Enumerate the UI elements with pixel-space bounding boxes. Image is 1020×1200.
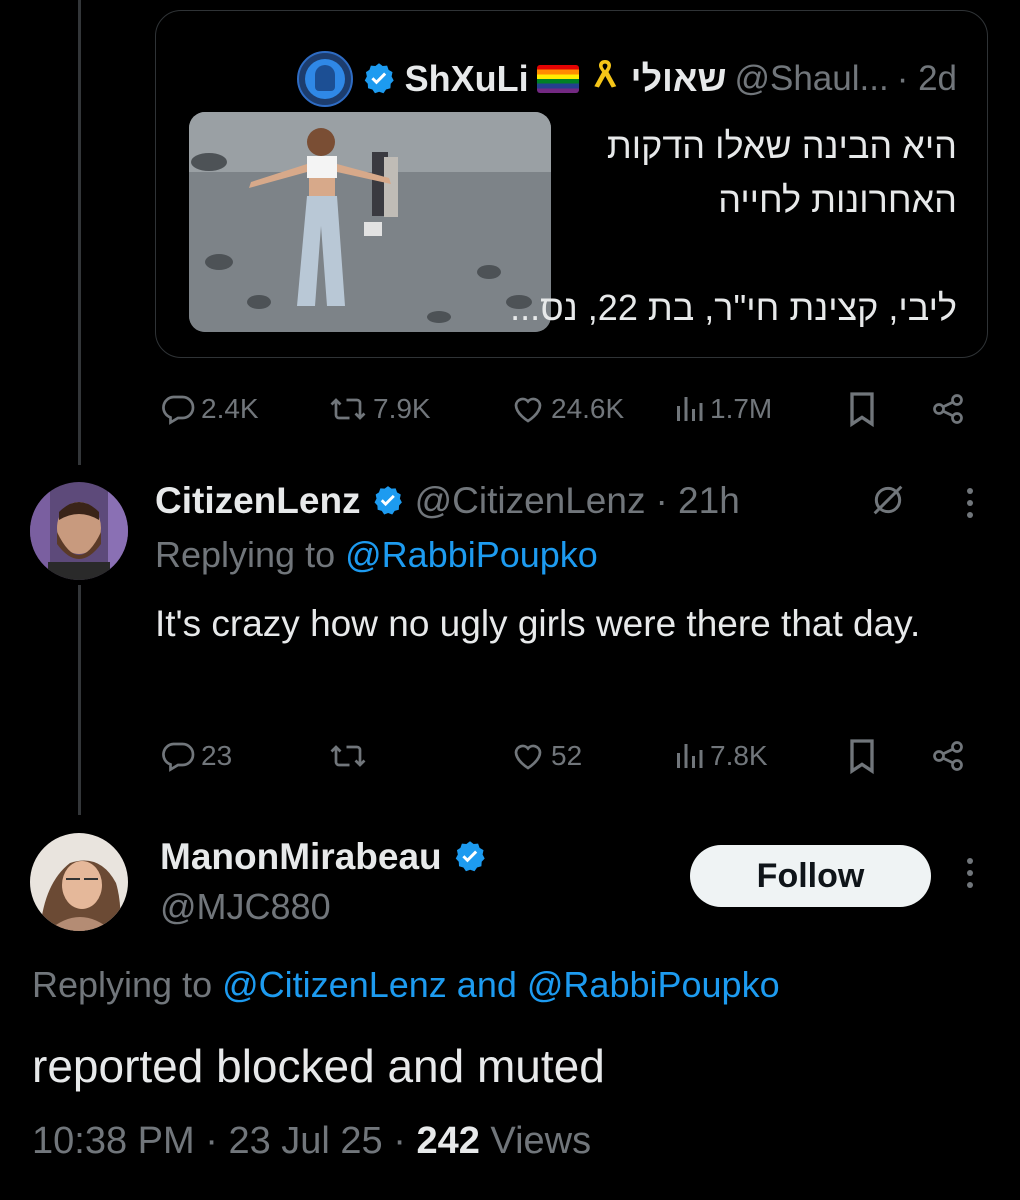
grok-icon[interactable] (868, 480, 908, 525)
reply-action[interactable]: 2.4K (160, 391, 259, 427)
quoted-text-line: האחרונות לחייה (718, 179, 957, 220)
verified-badge-icon (371, 484, 405, 518)
mention-link[interactable]: @RabbiPoupko (345, 534, 598, 575)
thread-line (78, 0, 81, 465)
quoted-avatar[interactable] (296, 51, 353, 107)
replying-to-label: Replying to (155, 534, 336, 575)
heart-icon (514, 744, 542, 770)
tweet-text: It's crazy how no ugly girls were there … (155, 603, 921, 644)
tweet-meta: 10:38 PM · 23 Jul 25 · 242 Views (32, 1120, 591, 1163)
reply-header: CitizenLenz @CitizenLenz · 21h (155, 476, 740, 526)
views-icon (677, 397, 703, 421)
verified-badge-icon (361, 61, 397, 97)
quoted-hebrew-name: שאולי (630, 58, 727, 99)
tweet-text: reported blocked and muted (32, 1040, 605, 1092)
share-icon (933, 741, 963, 771)
post-time[interactable]: 10:38 PM (32, 1120, 195, 1162)
views-label: Views (490, 1120, 592, 1162)
reply-tweet-actions: 23 52 7.8K (155, 736, 970, 776)
display-name[interactable]: ManonMirabeau (160, 836, 442, 878)
quoted-display-name[interactable]: ShXuLi (405, 58, 529, 100)
views-total: 242 (416, 1120, 480, 1162)
mention-link[interactable]: @CitizenLenz (222, 964, 447, 1005)
share-action[interactable] (930, 738, 966, 774)
bookmark-icon (850, 392, 874, 428)
views-count: 7.8K (710, 740, 768, 771)
bookmark-action[interactable] (845, 389, 879, 429)
quoted-tweet-header: ShXuLi שאולי @Shaul... · 2d (296, 51, 957, 107)
follow-button[interactable]: Follow (690, 845, 931, 907)
avatar[interactable] (30, 833, 128, 931)
replying-to-line: Replying to @CitizenLenz and @RabbiPoupk… (32, 964, 780, 1006)
main-header: ManonMirabeau (160, 832, 488, 882)
reply-action[interactable]: 23 (160, 738, 232, 774)
separator-dot: · (393, 1120, 406, 1162)
yellow-ribbon-icon (587, 57, 623, 102)
more-options-icon[interactable] (967, 488, 973, 518)
handle[interactable]: @MJC880 (160, 886, 331, 928)
more-options-icon[interactable] (967, 858, 973, 888)
like-action[interactable]: 52 (510, 738, 582, 774)
views-action[interactable]: 1.7M (673, 391, 772, 427)
reply-count: 2.4K (201, 393, 259, 424)
repost-icon (330, 398, 366, 420)
avatar[interactable] (30, 482, 128, 580)
and-label: and (456, 964, 517, 1005)
repost-icon (330, 745, 366, 767)
handle[interactable]: @CitizenLenz (415, 480, 646, 522)
reply-icon (162, 742, 195, 772)
reply-count: 23 (201, 740, 233, 771)
quoted-timestamp: · 2d (896, 59, 957, 98)
thread-line (78, 585, 81, 815)
like-count: 52 (551, 740, 583, 771)
replying-to-label: Replying to (32, 964, 213, 1005)
views-icon (677, 744, 703, 768)
like-count: 24.6K (551, 393, 625, 424)
quoted-tweet-text: היא הבינה שאלו הדקות האחרונות לחייה ליבי… (437, 119, 957, 335)
like-action[interactable]: 24.6K (510, 391, 624, 427)
heart-icon (514, 397, 542, 423)
bookmark-action[interactable] (845, 736, 879, 776)
views-action[interactable]: 7.8K (673, 738, 768, 774)
rainbow-flag-icon (536, 65, 579, 93)
mention-link[interactable]: @RabbiPoupko (527, 964, 780, 1005)
verified-badge-icon (452, 839, 488, 875)
quoted-tweet-actions: 2.4K 7.9K 24.6K 1.7M (155, 389, 970, 429)
post-date[interactable]: 23 Jul 25 (228, 1120, 382, 1162)
quoted-text-line: ליבי, קצינת חי"ר, בת 22, נס... (510, 287, 957, 328)
display-name[interactable]: CitizenLenz (155, 480, 361, 522)
quoted-text-line: היא הבינה שאלו הדקות (606, 125, 957, 166)
bookmark-icon (850, 739, 874, 775)
share-icon (933, 394, 963, 424)
quoted-tweet-card[interactable]: ShXuLi שאולי @Shaul... · 2d היא הבינה שא… (155, 10, 988, 358)
repost-count: 7.9K (373, 393, 431, 424)
timestamp[interactable]: · 21h (655, 480, 739, 522)
repost-action[interactable] (328, 738, 368, 774)
quoted-text-line (437, 227, 957, 281)
repost-action[interactable]: 7.9K (328, 391, 431, 427)
reply-icon (162, 395, 195, 425)
separator-dot: · (205, 1120, 218, 1162)
replying-to-line: Replying to @RabbiPoupko (155, 534, 598, 576)
quoted-handle: @Shaul... (734, 59, 889, 98)
share-action[interactable] (930, 391, 966, 427)
views-count: 1.7M (710, 393, 773, 424)
